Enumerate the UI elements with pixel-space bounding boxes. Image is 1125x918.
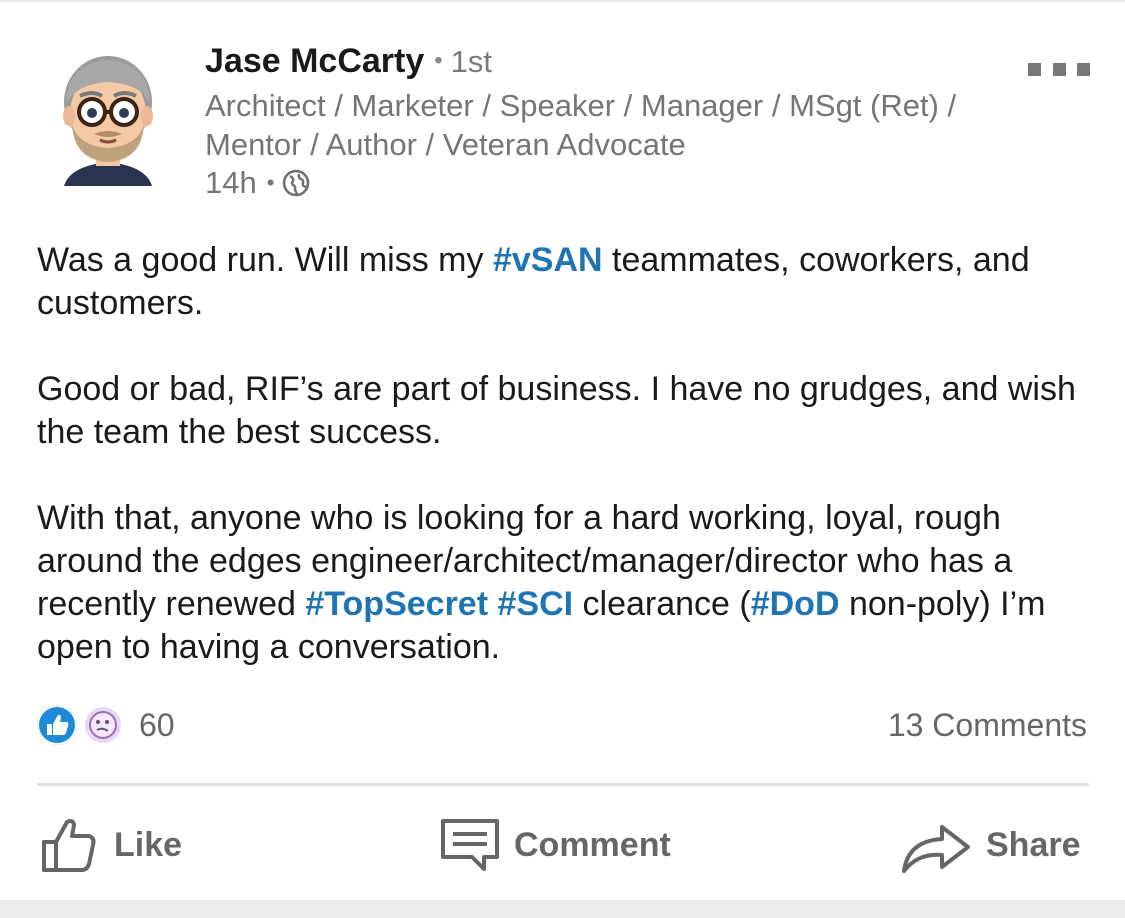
post-paragraph: Was a good run. Will miss my #vSAN teamm… xyxy=(37,239,1097,325)
post-text: Good or bad, RIF’s are part of business.… xyxy=(37,370,1076,451)
comment-button[interactable]: Comment xyxy=(440,802,671,888)
reactions-summary[interactable]: 60 xyxy=(37,704,175,746)
share-arrow-icon xyxy=(902,825,970,873)
author-name-row: Jase McCarty • 1st xyxy=(205,40,1005,86)
hashtag-link[interactable]: #vSAN xyxy=(493,241,603,279)
post-meta: 14h • xyxy=(205,164,1005,202)
feed-gap xyxy=(0,900,1125,918)
more-options-button[interactable] xyxy=(1028,63,1090,77)
connection-degree: 1st xyxy=(450,44,493,79)
like-label: Like xyxy=(114,825,183,864)
more-dot-icon xyxy=(1028,63,1041,76)
thumbs-up-icon xyxy=(42,819,96,872)
like-button[interactable]: Like xyxy=(38,802,182,888)
share-button[interactable]: Share xyxy=(900,802,1081,888)
comments-count-link[interactable]: 13 Comments xyxy=(888,704,1087,746)
comment-bubble-icon xyxy=(441,819,499,871)
hashtag-link[interactable]: #SCI xyxy=(497,585,573,623)
post-time: 14h xyxy=(205,165,257,200)
feed-post-card: Jase McCarty • 1st Architect / Marketer / … xyxy=(0,0,1125,900)
author-avatar[interactable] xyxy=(50,50,166,190)
post-paragraph: With that, anyone who is looking for a h… xyxy=(37,497,1097,669)
share-label: Share xyxy=(986,825,1081,864)
post-text: Was a good run. Will miss my xyxy=(37,241,493,279)
author-headline: Architect / Marketer / Speaker / Manager… xyxy=(205,88,957,162)
more-dot-icon xyxy=(1052,63,1066,76)
more-dot-icon xyxy=(1077,63,1090,76)
author-name[interactable]: Jase McCarty xyxy=(205,42,424,80)
curious-reaction-icon xyxy=(83,705,123,745)
like-reaction-icon xyxy=(37,705,77,745)
comment-label: Comment xyxy=(514,825,671,864)
post-text: clearance ( xyxy=(573,585,751,623)
separator-dot: • xyxy=(434,47,443,74)
post-paragraph: Good or bad, RIF’s are part of business.… xyxy=(37,368,1097,454)
hashtag-link[interactable]: #TopSecret xyxy=(305,585,488,623)
actions-divider xyxy=(37,783,1089,786)
separator-dot: • xyxy=(266,170,275,195)
globe-icon xyxy=(283,169,310,197)
post-actions-bar: Like Comment Share xyxy=(0,802,1125,888)
reaction-count: 60 xyxy=(139,706,175,743)
post-header: Jase McCarty • 1st Architect / Marketer / … xyxy=(205,40,1005,202)
post-body: Was a good run. Will miss my #vSAN teamm… xyxy=(37,239,1097,712)
hashtag-link[interactable]: #DoD xyxy=(751,585,840,623)
